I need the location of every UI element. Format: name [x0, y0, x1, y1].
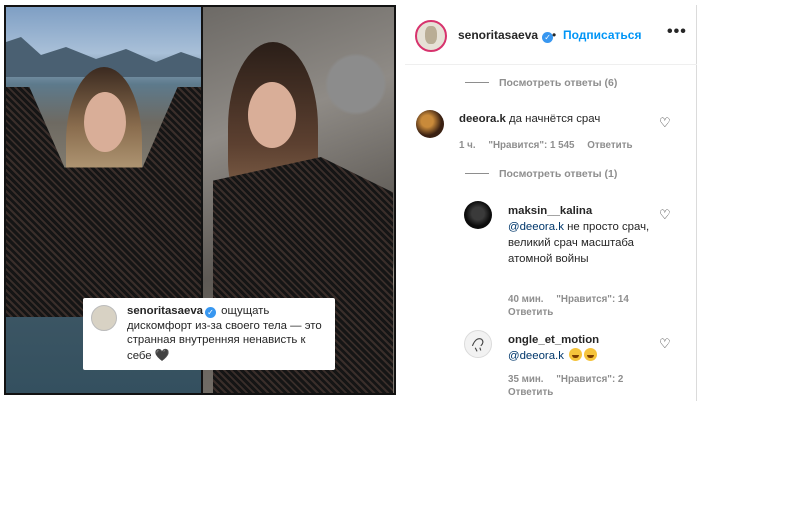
- mention-link[interactable]: @deeora.k: [508, 350, 564, 362]
- reply-comment: maksin__kalina @deeora.k не просто срач,…: [508, 203, 658, 267]
- caption-text-block: senoritasaeva ✓ ощущать дискомфорт из-за …: [127, 304, 331, 363]
- header-username[interactable]: senoritasaeva ✓: [458, 28, 555, 43]
- verified-icon: ✓: [205, 307, 216, 318]
- reply-avatar[interactable]: [464, 201, 492, 229]
- caption-overlay: senoritasaeva ✓ ощущать дискомфорт из-за …: [83, 298, 335, 370]
- reply-username[interactable]: ongle_et_motion: [508, 334, 599, 346]
- reply-meta: 35 мин. "Нравится": 2 Ответить: [508, 373, 668, 399]
- caption-username: senoritasaeva: [127, 305, 203, 317]
- comment-time[interactable]: 1 ч.: [459, 140, 476, 151]
- reply-button[interactable]: Ответить: [587, 140, 632, 151]
- reply-likes[interactable]: "Нравится": 14: [556, 294, 629, 305]
- view-replies-button[interactable]: Посмотреть ответы (1): [465, 168, 617, 180]
- post-header: senoritasaeva ✓ • Подписаться •••: [405, 5, 697, 65]
- black-heart-icon: 🖤: [154, 347, 170, 362]
- reply-avatar[interactable]: [464, 330, 492, 358]
- comment-likes[interactable]: "Нравится": 1 545: [488, 140, 574, 151]
- face-shape: [84, 92, 126, 152]
- mention-link[interactable]: @deeora.k: [508, 221, 564, 233]
- like-heart-icon[interactable]: ♡: [659, 336, 671, 352]
- more-options-icon[interactable]: •••: [667, 23, 687, 41]
- sketch-avatar-icon: [471, 338, 484, 352]
- laughing-emoji-icon: [569, 348, 583, 361]
- reply-comment: ongle_et_motion @deeora.k: [508, 332, 658, 364]
- like-heart-icon[interactable]: ♡: [659, 207, 671, 223]
- like-heart-icon[interactable]: ♡: [659, 115, 671, 131]
- reply-time[interactable]: 40 мин.: [508, 294, 544, 305]
- header-avatar[interactable]: [415, 20, 447, 52]
- comment-avatar[interactable]: [416, 110, 444, 138]
- caption-avatar: [91, 305, 117, 331]
- comment-meta: 1 ч. "Нравится": 1 545 Ответить: [459, 139, 643, 152]
- reply-button[interactable]: Ответить: [508, 307, 553, 318]
- laughing-emoji-icon: [584, 348, 598, 361]
- view-replies-button[interactable]: Посмотреть ответы (6): [465, 77, 617, 89]
- reply-meta: 40 мин. "Нравится": 14 Ответить: [508, 293, 668, 319]
- comment-username[interactable]: deeora.k: [459, 113, 506, 125]
- reply-likes[interactable]: "Нравится": 2: [556, 374, 623, 385]
- reply-button[interactable]: Ответить: [508, 387, 553, 398]
- reply-time[interactable]: 35 мин.: [508, 374, 544, 385]
- face-shape-2: [248, 82, 296, 148]
- comment-text: да начнётся срач: [509, 113, 601, 125]
- comment-main: deeora.k да начнётся срач: [459, 111, 659, 127]
- reply-username[interactable]: maksin__kalina: [508, 205, 592, 217]
- follow-button[interactable]: Подписаться: [563, 28, 641, 42]
- header-separator: •: [552, 28, 557, 42]
- comments-panel: senoritasaeva ✓ • Подписаться ••• Посмотр…: [405, 5, 697, 401]
- post-media: senoritasaeva ✓ ощущать дискомфорт из-за …: [4, 5, 396, 395]
